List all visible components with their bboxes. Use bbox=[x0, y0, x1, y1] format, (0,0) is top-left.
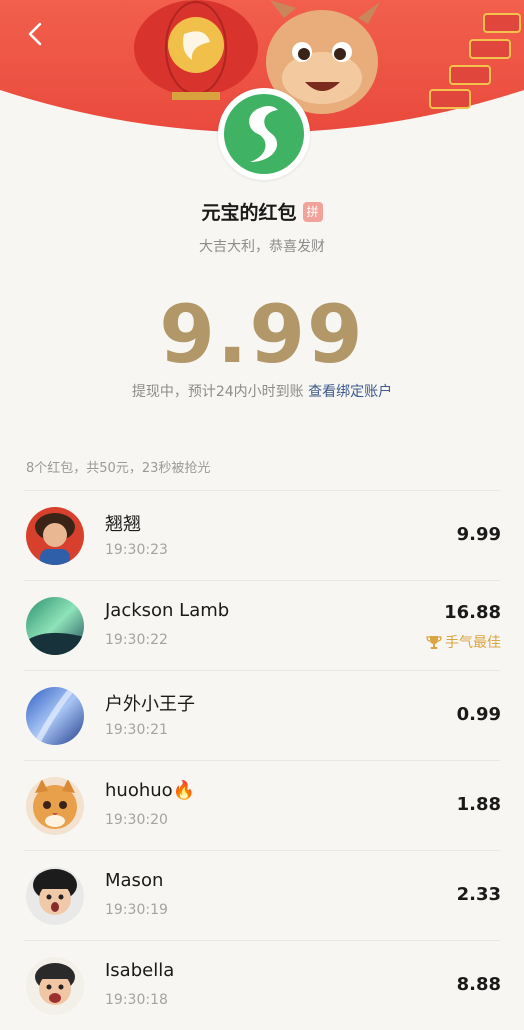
record-name: Jackson Lamb bbox=[105, 600, 230, 621]
packet-summary: 8个红包，共50元，23秒被抢光 bbox=[26, 461, 211, 476]
packet-title: 元宝的红包 bbox=[201, 202, 297, 224]
avatar bbox=[26, 687, 84, 745]
record-name: Mason bbox=[105, 870, 164, 891]
record-time: 19:30:19 bbox=[105, 902, 168, 918]
sender-avatar bbox=[218, 88, 310, 180]
record-time: 19:30:22 bbox=[105, 632, 168, 648]
withdraw-status-text: 提现中，预计24内小时到账 bbox=[131, 384, 304, 400]
avatar bbox=[26, 597, 84, 655]
record-amount: 1.88 bbox=[456, 794, 501, 815]
list-item[interactable]: Jackson Lamb 19:30:22 16.88 手气最佳 bbox=[0, 580, 524, 670]
chevron-left-icon bbox=[28, 22, 42, 46]
record-amount: 0.99 bbox=[456, 704, 501, 725]
record-name: huohuo🔥 bbox=[105, 780, 196, 801]
list-item[interactable]: Mason 19:30:19 2.33 bbox=[0, 850, 524, 940]
avatar bbox=[26, 957, 84, 1015]
record-name: 翘翘 bbox=[105, 514, 141, 535]
received-amount: 9.99 bbox=[159, 288, 365, 381]
record-amount: 8.88 bbox=[456, 974, 501, 995]
blessing-text: 大吉大利，恭喜发财 bbox=[199, 239, 325, 255]
list-item[interactable]: Isabella 19:30:18 8.88 bbox=[0, 940, 524, 1030]
record-time: 19:30:23 bbox=[105, 542, 168, 558]
withdraw-status: 提现中，预计24内小时到账 查看绑定账户 bbox=[0, 381, 524, 401]
group-packet-badge: 拼 bbox=[302, 201, 323, 222]
avatar bbox=[26, 867, 84, 925]
yuanbao-logo-icon bbox=[224, 94, 304, 174]
list-item[interactable]: huohuo🔥 19:30:20 1.88 bbox=[0, 760, 524, 850]
avatar bbox=[26, 507, 84, 565]
best-luck-label: 手气最佳 bbox=[445, 635, 501, 651]
record-time: 19:30:18 bbox=[105, 992, 168, 1008]
record-amount: 2.33 bbox=[456, 884, 501, 905]
title-row: 元宝的红包 拼 bbox=[0, 198, 524, 225]
back-button[interactable] bbox=[22, 18, 50, 50]
avatar bbox=[26, 777, 84, 835]
trophy-icon bbox=[426, 636, 442, 649]
record-list: 翘翘 19:30:23 9.99 Jackson Lamb 19:30:22 1… bbox=[0, 490, 524, 1030]
record-amount: 9.99 bbox=[456, 524, 501, 545]
record-time: 19:30:20 bbox=[105, 812, 168, 828]
record-time: 19:30:21 bbox=[105, 722, 168, 738]
list-item[interactable]: 翘翘 19:30:23 9.99 bbox=[0, 490, 524, 580]
list-item[interactable]: 户外小王子 19:30:21 0.99 bbox=[0, 670, 524, 760]
record-name: 户外小王子 bbox=[105, 694, 195, 715]
record-name: Isabella bbox=[105, 960, 175, 981]
best-luck-badge: 手气最佳 bbox=[426, 632, 501, 652]
record-amount: 16.88 bbox=[444, 602, 501, 623]
view-bound-account-link[interactable]: 查看绑定账户 bbox=[308, 384, 392, 400]
